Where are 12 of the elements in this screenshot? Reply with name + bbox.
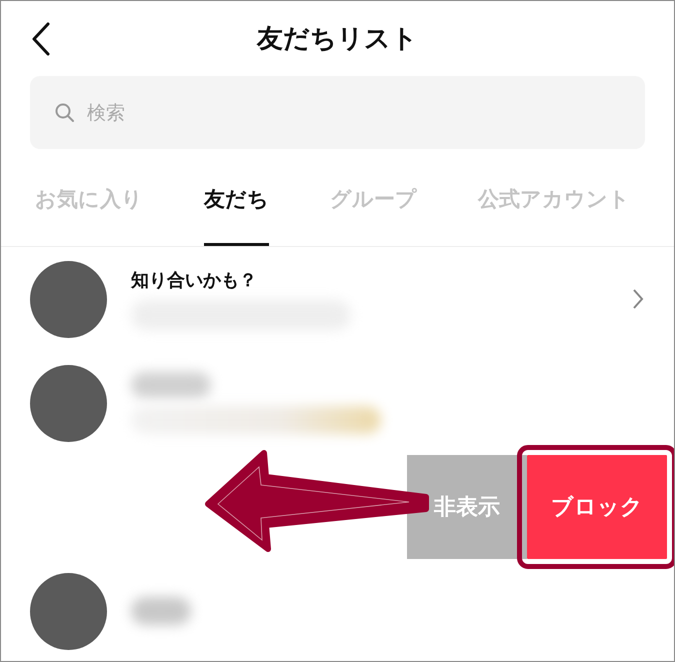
blurred-text	[131, 597, 191, 625]
search-icon	[55, 102, 75, 122]
back-icon[interactable]	[31, 22, 51, 56]
window-title: 友だちリスト	[256, 23, 419, 56]
block-button[interactable]: ブロック	[527, 455, 667, 559]
tab[interactable]: 友だち	[204, 151, 269, 246]
tab[interactable]: お気に入り	[35, 151, 143, 246]
row-title: 知り合いかも？	[131, 269, 257, 292]
hide-button[interactable]: 非表示	[407, 455, 527, 559]
chevron-icon[interactable]	[632, 288, 644, 310]
tab[interactable]: 公式アカウント	[478, 151, 630, 246]
tab[interactable]: グループ	[330, 151, 417, 246]
